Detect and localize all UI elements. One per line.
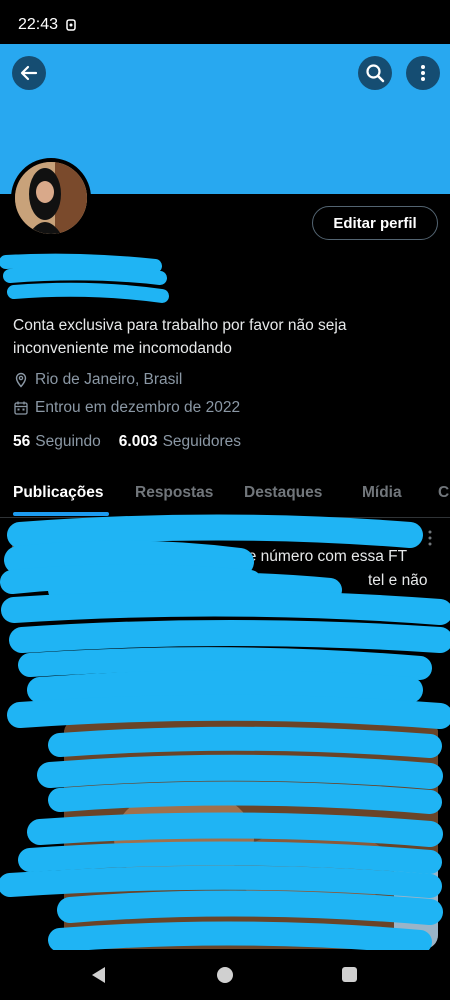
nav-back-icon[interactable] [90,966,106,984]
more-vertical-icon [421,65,425,81]
following-count[interactable]: 56 [13,433,30,451]
tab-destaques[interactable]: Destaques [244,484,322,502]
followers-label[interactable]: Seguidores [163,433,241,451]
tab-overflow[interactable]: C [438,484,449,502]
back-button[interactable] [12,56,46,90]
avatar-photo [15,162,87,234]
follow-stats: 56 Seguindo 6.003 Seguidores [13,433,259,451]
location-pin-icon [15,372,27,388]
nav-home-icon[interactable] [217,967,233,983]
media-photo [64,719,438,949]
location-text: Rio de Janeiro, Brasil [35,371,183,388]
post-avatar[interactable] [12,529,50,567]
more-options-button[interactable] [406,56,440,90]
post-text-line-1: se número com essa FT [240,548,408,565]
followers-count[interactable]: 6.003 [119,433,158,451]
tab-respostas[interactable]: Respostas [135,484,213,502]
joined-text: Entrou em dezembro de 2022 [35,399,241,416]
nav-recents-icon[interactable] [342,967,357,982]
calendar-icon [14,401,28,415]
search-icon [366,64,385,83]
notification-icon [66,19,76,31]
post-media-image[interactable] [64,719,438,949]
post-text: se número com essa FT tel e não [240,545,440,593]
profile-bio: Conta exclusiva para trabalho por favor … [13,317,347,357]
profile-tabs: Publicações Respostas Destaques Mídia C [0,470,450,518]
following-label[interactable]: Seguindo [35,433,101,451]
profile-joined-date: Entrou em dezembro de 2022 [13,399,240,417]
back-arrow-icon [20,65,38,81]
tab-publicacoes[interactable]: Publicações [13,484,103,502]
search-button[interactable] [358,56,392,90]
tab-midia[interactable]: Mídia [362,484,402,502]
post-card[interactable]: se número com essa FT tel e não [0,519,450,959]
active-tab-indicator [13,512,109,516]
profile-avatar[interactable] [11,158,91,238]
profile-location: Rio de Janeiro, Brasil [13,371,182,389]
status-time: 22:43 [18,16,59,33]
status-bar: 22:43 [0,0,450,44]
post-text-line-2: tel e não [368,572,428,589]
edit-profile-button[interactable]: Editar perfil [312,206,438,240]
